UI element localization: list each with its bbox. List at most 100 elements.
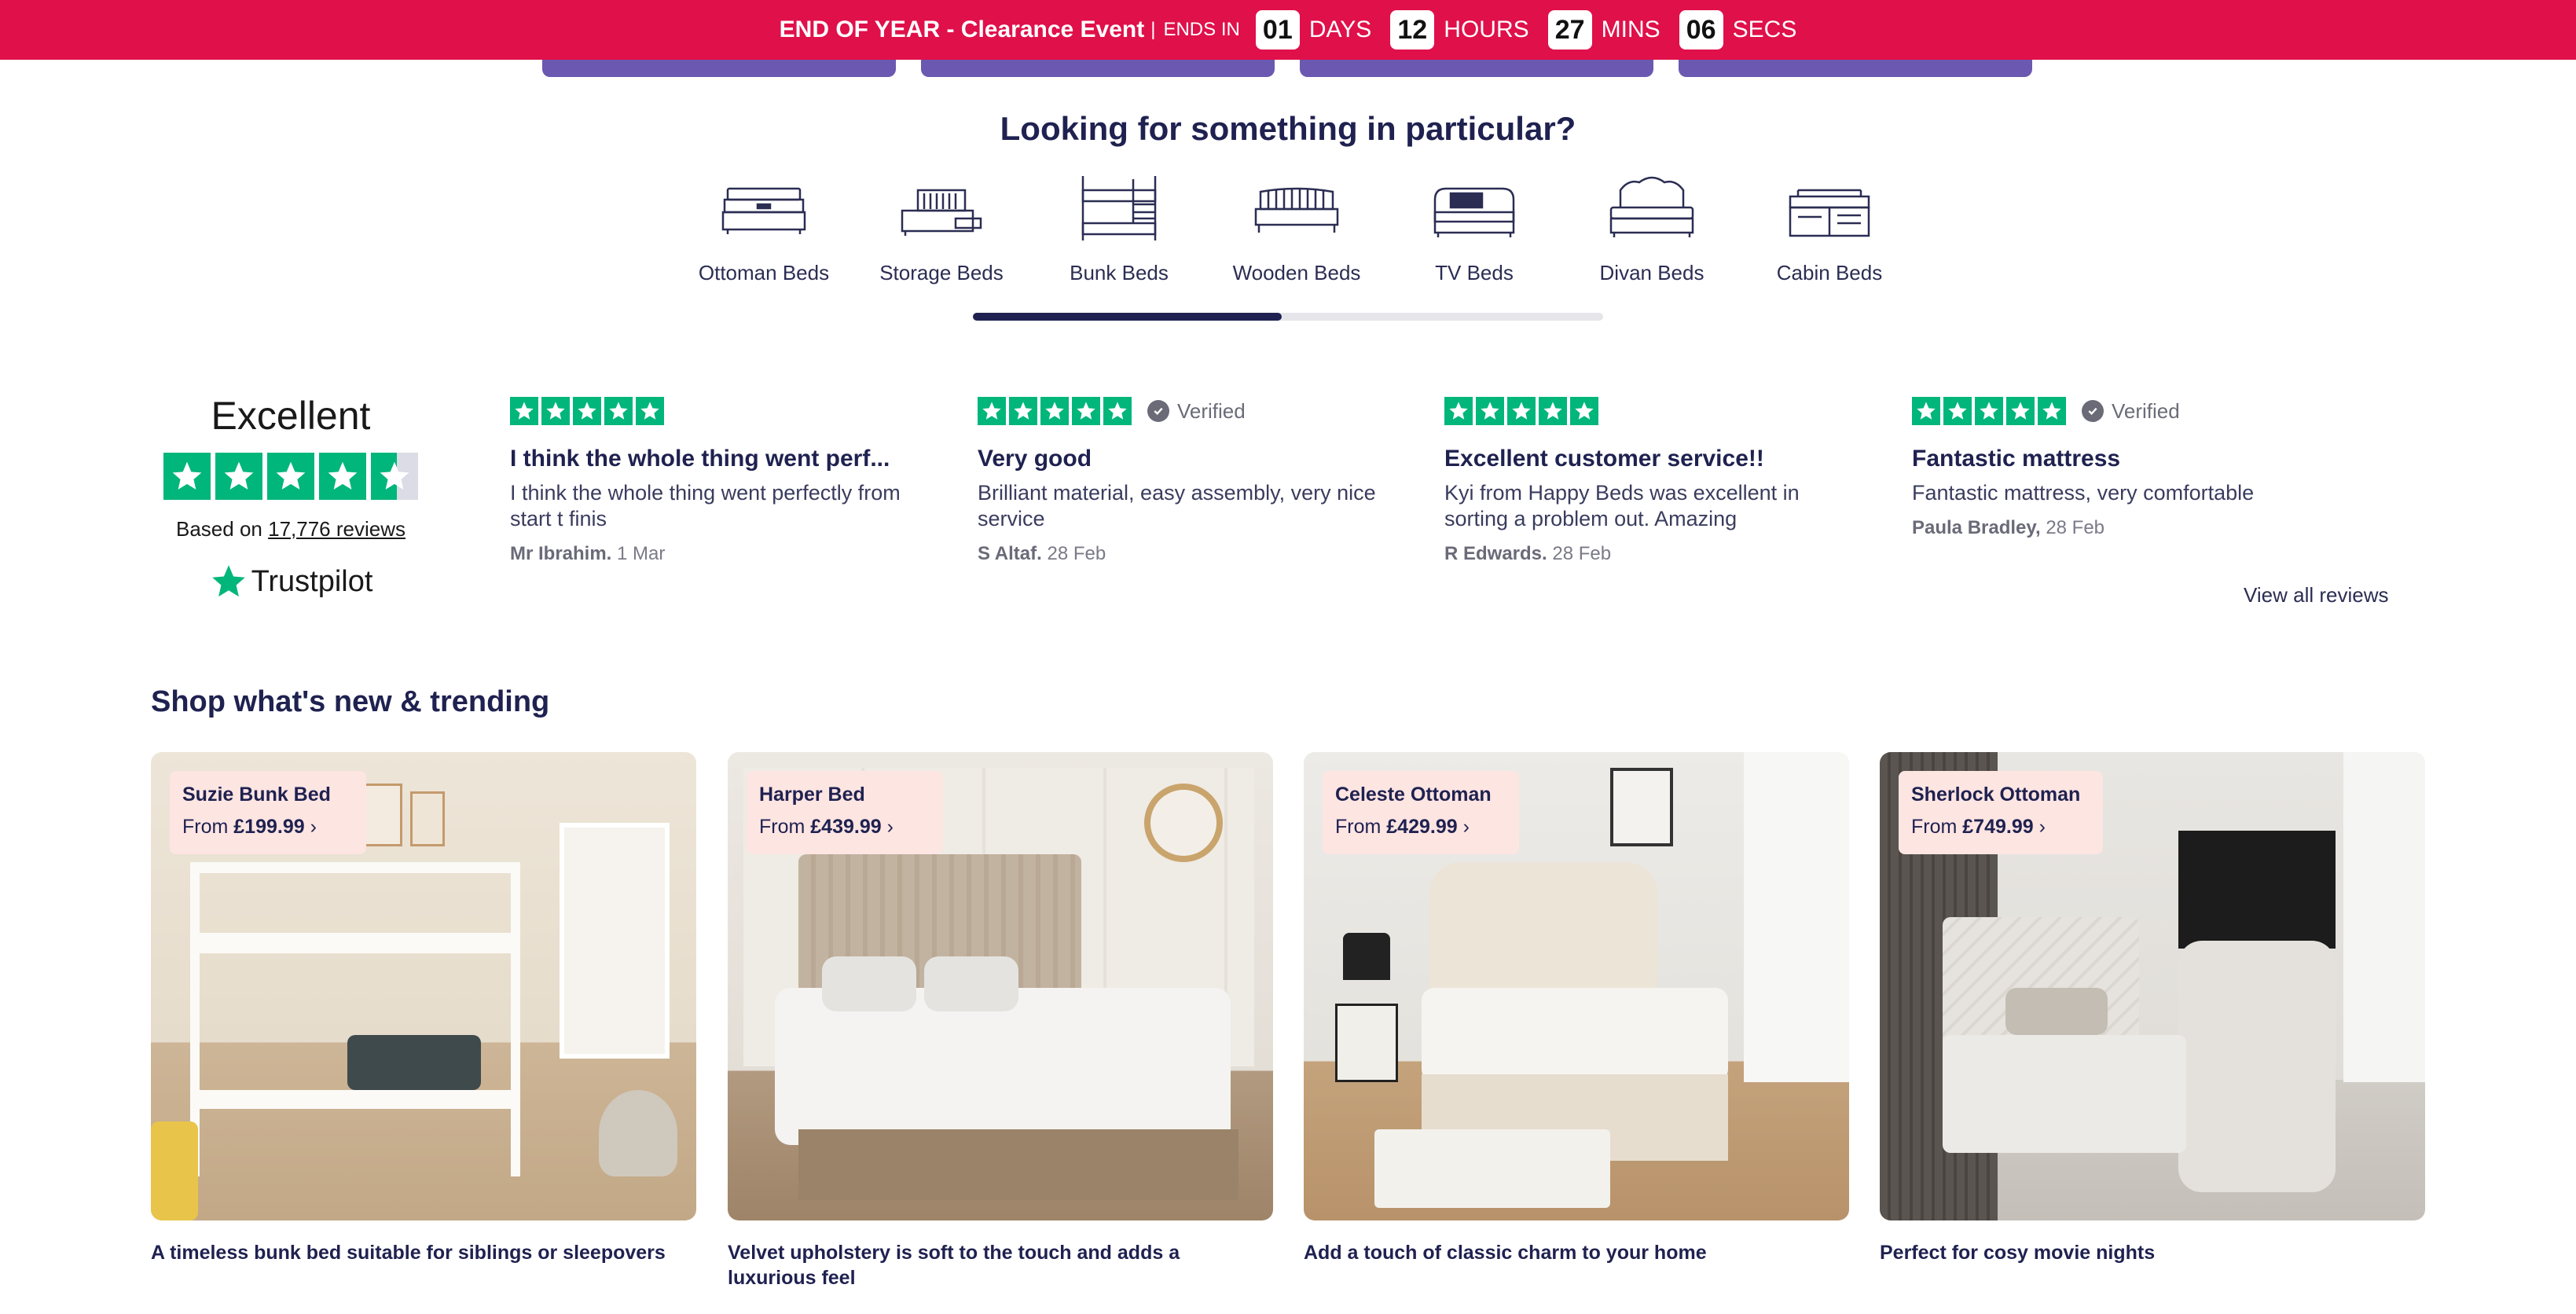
product-card-suzie-bunk-bed[interactable]: Suzie Bunk Bed From £199.99 › — [151, 752, 696, 1220]
review-count-link[interactable]: 17,776 reviews — [268, 517, 405, 541]
view-all-reviews-link[interactable]: View all reviews — [2244, 583, 2388, 607]
product-price: £429.99 — [1386, 816, 1458, 838]
category-label: Wooden Beds — [1232, 261, 1361, 284]
review-stars: Verified — [978, 397, 1386, 425]
trustpilot-summary[interactable]: Excellent Based on 17,776 reviews Trustp… — [149, 385, 432, 621]
countdown-mins-value: 27 — [1547, 10, 1592, 50]
star-icon — [1975, 397, 2003, 425]
promo-headline: END OF YEAR - Clearance Event — [779, 17, 1145, 42]
review-body: Brilliant material, easy assembly, very … — [978, 481, 1376, 530]
review-author: Mr Ibrahim. — [510, 543, 612, 564]
review-title: Fantastic mattress — [1912, 446, 2121, 472]
chevron-right-icon: › — [1462, 816, 1470, 838]
category-section-title: Looking for something in particular? — [1000, 110, 1576, 147]
promo-ends-in: ENDS IN — [1163, 19, 1240, 40]
review-card[interactable]: Excellent customer service!! Kyi from Ha… — [1444, 397, 1853, 565]
product-tag: Sherlock Ottoman From £749.99 › — [1899, 771, 2103, 854]
divan-bed-icon — [1609, 176, 1694, 237]
chevron-right-icon: › — [2038, 816, 2046, 838]
bedside-table-decor — [1335, 1004, 1398, 1082]
star-icon — [1943, 397, 1972, 425]
review-meta: Paula Bradley, 28 Feb — [1912, 517, 2321, 539]
beanbag-decor — [599, 1090, 677, 1176]
category-storage-beds[interactable]: Storage Beds — [855, 173, 1028, 291]
star-icon — [573, 397, 601, 425]
trending-section-title: Shop what's new & trending — [151, 685, 550, 718]
product-price-line: From £199.99 › — [182, 816, 354, 839]
star-icon — [510, 397, 538, 425]
top-bunk-decor — [198, 933, 512, 953]
review-card[interactable]: Verified Very good Brilliant material, e… — [978, 397, 1386, 565]
duvet-decor — [775, 988, 1231, 1145]
product-card-celeste-ottoman[interactable]: Celeste Ottoman From £429.99 › — [1304, 752, 1849, 1220]
star-icon — [1103, 397, 1132, 425]
star-icon — [1912, 397, 1940, 425]
wooden-bed-icon — [1254, 187, 1339, 233]
pillow-decor — [822, 956, 916, 1011]
countdown-hours-unit: HOURS — [1444, 17, 1529, 42]
verified-label: Verified — [1177, 398, 1246, 423]
price-prefix: From — [759, 816, 805, 838]
star-icon — [2038, 397, 2066, 425]
category-bunk-beds[interactable]: Bunk Beds — [1033, 173, 1205, 291]
review-author: R Edwards. — [1444, 543, 1547, 564]
review-body: I think the whole thing went perfectly f… — [510, 481, 901, 530]
price-prefix: From — [1911, 816, 1958, 838]
category-label: Ottoman Beds — [698, 261, 830, 284]
category-label: Storage Beds — [879, 261, 1004, 284]
product-price: £749.99 — [1962, 816, 2034, 838]
star-icon — [267, 453, 314, 500]
category-tv-beds[interactable]: TV Beds — [1388, 173, 1561, 291]
product-tag: Celeste Ottoman From £429.99 › — [1323, 771, 1519, 854]
pillow-decor — [2005, 988, 2108, 1035]
lamp-decor — [1343, 933, 1390, 980]
product-tag: Suzie Bunk Bed From £199.99 › — [170, 771, 366, 854]
product-name: Harper Bed — [759, 784, 865, 806]
star-icon — [1476, 397, 1504, 425]
price-prefix: From — [182, 816, 229, 838]
star-icon — [1009, 397, 1037, 425]
product-price: £439.99 — [810, 816, 882, 838]
star-icon — [1072, 397, 1100, 425]
verified-badge: Verified — [2082, 399, 2180, 424]
product-caption: Perfect for cosy movie nights — [1880, 1242, 2156, 1264]
bottom-bunk-decor — [198, 1090, 512, 1109]
category-ottoman-beds[interactable]: Ottoman Beds — [677, 173, 850, 291]
category-carousel[interactable]: Ottoman Beds Storage Beds Bunk Beds Wood… — [676, 173, 1902, 291]
review-title: Very good — [978, 446, 1092, 472]
rug-decor — [1374, 1129, 1610, 1208]
category-divan-beds[interactable]: Divan Beds — [1565, 173, 1738, 291]
product-name: Sherlock Ottoman — [1911, 784, 2081, 806]
review-author: Paula Bradley, — [1912, 517, 2041, 538]
ottoman-bed-icon — [721, 187, 806, 234]
product-price-line: From £439.99 › — [759, 816, 930, 839]
product-tag: Harper Bed From £439.99 › — [747, 771, 943, 854]
star-icon — [636, 397, 664, 425]
window-decor — [1744, 752, 1849, 1082]
product-card-sherlock-ottoman[interactable]: Sherlock Ottoman From £749.99 › — [1880, 752, 2425, 1220]
wall-picture — [363, 784, 402, 846]
check-icon — [2082, 400, 2104, 422]
category-scrollbar[interactable] — [973, 313, 1603, 321]
category-wooden-beds[interactable]: Wooden Beds — [1210, 173, 1383, 291]
review-stars — [510, 397, 919, 425]
category-cabin-beds[interactable]: Cabin Beds — [1743, 173, 1916, 291]
window-decor — [2343, 752, 2425, 1082]
review-meta: Mr Ibrahim. 1 Mar — [510, 543, 919, 565]
trustpilot-brand-name: Trustpilot — [251, 564, 373, 598]
chevron-right-icon: › — [886, 816, 894, 838]
star-icon — [1444, 397, 1473, 425]
review-title: Excellent customer service!! — [1444, 446, 1764, 472]
check-icon — [1147, 400, 1169, 422]
review-meta: S Altaf. 28 Feb — [978, 543, 1386, 565]
countdown-days-unit: DAYS — [1308, 17, 1372, 42]
trustpilot-star-icon — [211, 565, 245, 597]
trustpilot-logo[interactable]: Trustpilot — [149, 562, 432, 601]
review-card[interactable]: I think the whole thing went perf... I t… — [510, 397, 919, 565]
category-scrollbar-thumb[interactable] — [973, 313, 1282, 321]
trustpilot-rating-text: Excellent — [211, 394, 371, 438]
review-stars: Verified — [1912, 397, 2321, 425]
promo-banner[interactable]: END OF YEAR - Clearance Event | ENDS IN … — [0, 0, 2576, 60]
review-card[interactable]: Verified Fantastic mattress Fantastic ma… — [1912, 397, 2321, 539]
product-card-harper-bed[interactable]: Harper Bed From £439.99 › — [728, 752, 1273, 1220]
